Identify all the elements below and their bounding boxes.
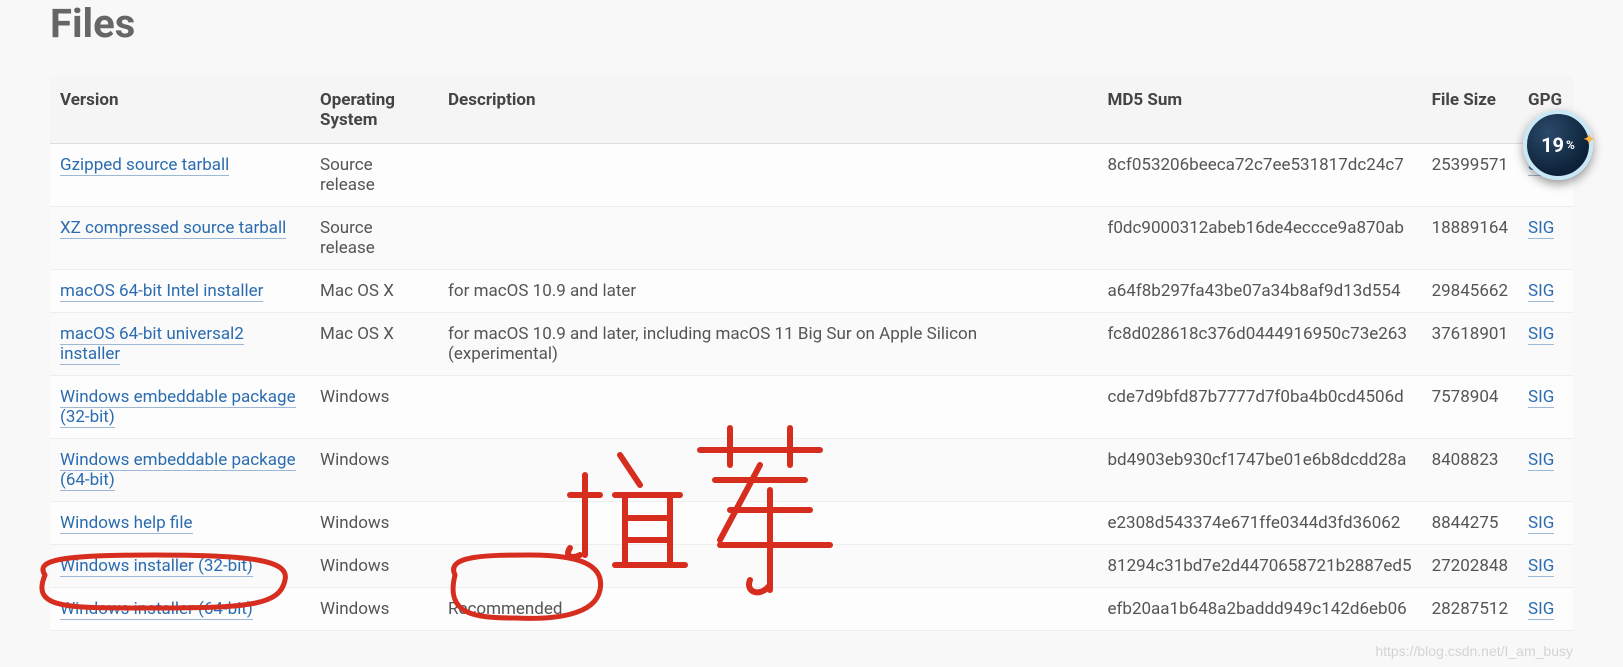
badge-value: 19 xyxy=(1541,133,1564,157)
os-cell: Source release xyxy=(310,207,438,270)
os-cell: Mac OS X xyxy=(310,313,438,376)
table-row: Windows installer (32-bit) Windows 81294c3… xyxy=(50,545,1573,588)
size-cell: 25399571 xyxy=(1422,144,1518,207)
version-link[interactable]: Gzipped source tarball xyxy=(60,155,229,176)
gpg-link[interactable]: SIG xyxy=(1528,556,1554,577)
version-link[interactable]: XZ compressed source tarball xyxy=(60,218,286,239)
size-cell: 29845662 xyxy=(1422,270,1518,313)
desc-cell xyxy=(438,144,1097,207)
os-cell: Windows xyxy=(310,376,438,439)
size-cell: 8408823 xyxy=(1422,439,1518,502)
gpg-link[interactable]: SIG xyxy=(1528,324,1554,345)
md5-cell: fc8d028618c376d0444916950c73e263 xyxy=(1097,313,1421,376)
th-os: Operating System xyxy=(310,77,438,144)
version-link[interactable]: macOS 64-bit Intel installer xyxy=(60,281,263,302)
size-cell: 37618901 xyxy=(1422,313,1518,376)
md5-cell: a64f8b297fa43be07a34b8af9d13d554 xyxy=(1097,270,1421,313)
os-cell: Windows xyxy=(310,588,438,631)
md5-cell: bd4903eb930cf1747be01e6b8dcdd28a xyxy=(1097,439,1421,502)
desc-cell: for macOS 10.9 and later, including macO… xyxy=(438,313,1097,376)
md5-cell: 8cf053206beeca72c7ee531817dc24c7 xyxy=(1097,144,1421,207)
desc-cell: for macOS 10.9 and later xyxy=(438,270,1097,313)
version-link[interactable]: Windows installer (64-bit) xyxy=(60,599,253,620)
gpg-link[interactable]: SIG xyxy=(1528,513,1554,534)
desc-cell xyxy=(438,545,1097,588)
gpg-link[interactable]: SIG xyxy=(1528,281,1554,302)
watermark: https://blog.csdn.net/I_am_busy xyxy=(1375,643,1573,659)
th-md5: MD5 Sum xyxy=(1097,77,1421,144)
gpg-link[interactable]: SIG xyxy=(1528,218,1554,239)
gpg-link[interactable]: SIG xyxy=(1528,450,1554,471)
th-version: Version xyxy=(50,77,310,144)
desc-cell xyxy=(438,439,1097,502)
os-cell: Windows xyxy=(310,439,438,502)
md5-cell: efb20aa1b648a2baddd949c142d6eb06 xyxy=(1097,588,1421,631)
os-cell: Mac OS X xyxy=(310,270,438,313)
gpg-link[interactable]: SIG xyxy=(1528,599,1554,620)
progress-badge[interactable]: 19% ✦ xyxy=(1523,110,1603,190)
table-row: Windows installer (64-bit) WindowsRecomme… xyxy=(50,588,1573,631)
table-row: Gzipped source tarball Source release 8cf0… xyxy=(50,144,1573,207)
size-cell: 7578904 xyxy=(1422,376,1518,439)
md5-cell: cde7d9bfd87b7777d7f0ba4b0cd4506d xyxy=(1097,376,1421,439)
th-desc: Description xyxy=(438,77,1097,144)
table-row: XZ compressed source tarball Source relea… xyxy=(50,207,1573,270)
md5-cell: e2308d543374e671ffe0344d3fd36062 xyxy=(1097,502,1421,545)
table-row: macOS 64-bit Intel installer Mac OS Xfor … xyxy=(50,270,1573,313)
desc-cell xyxy=(438,207,1097,270)
version-link[interactable]: Windows embeddable package (64-bit) xyxy=(60,450,296,491)
size-cell: 27202848 xyxy=(1422,545,1518,588)
badge-pct: % xyxy=(1566,138,1575,152)
version-link[interactable]: Windows installer (32-bit) xyxy=(60,556,253,577)
version-link[interactable]: macOS 64-bit universal2 installer xyxy=(60,324,244,365)
desc-cell: Recommended xyxy=(438,588,1097,631)
version-link[interactable]: Windows help file xyxy=(60,513,193,534)
os-cell: Source release xyxy=(310,144,438,207)
size-cell: 8844275 xyxy=(1422,502,1518,545)
star-icon: ✦ xyxy=(1583,132,1595,148)
desc-cell xyxy=(438,376,1097,439)
md5-cell: 81294c31bd7e2d4470658721b2887ed5 xyxy=(1097,545,1421,588)
table-row: Windows help file Windows e2308d543374e671… xyxy=(50,502,1573,545)
table-row: Windows embeddable package (64-bit) Windo… xyxy=(50,439,1573,502)
size-cell: 18889164 xyxy=(1422,207,1518,270)
md5-cell: f0dc9000312abeb16de4eccce9a870ab xyxy=(1097,207,1421,270)
table-row: macOS 64-bit universal2 installer Mac OS … xyxy=(50,313,1573,376)
version-link[interactable]: Windows embeddable package (32-bit) xyxy=(60,387,296,428)
os-cell: Windows xyxy=(310,502,438,545)
gpg-link[interactable]: SIG xyxy=(1528,387,1554,408)
th-size: File Size xyxy=(1422,77,1518,144)
size-cell: 28287512 xyxy=(1422,588,1518,631)
table-row: Windows embeddable package (32-bit) Windo… xyxy=(50,376,1573,439)
page-title: Files xyxy=(50,0,1573,47)
files-table: Version Operating System Description MD5… xyxy=(50,77,1573,631)
os-cell: Windows xyxy=(310,545,438,588)
desc-cell xyxy=(438,502,1097,545)
